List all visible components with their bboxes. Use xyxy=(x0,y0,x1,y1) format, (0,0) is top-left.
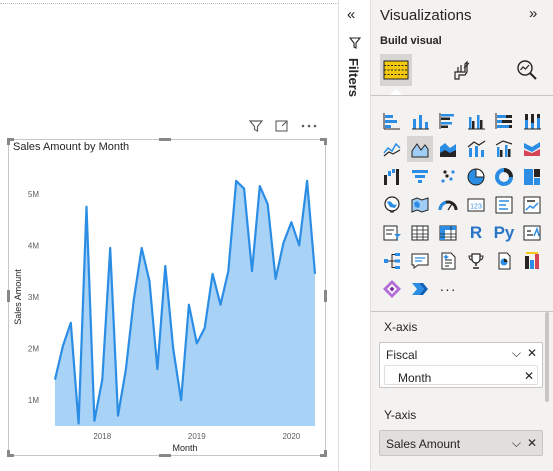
more-options-icon[interactable] xyxy=(300,118,318,134)
build-visual-tab[interactable] xyxy=(380,54,412,86)
stacked-bar-chart-icon[interactable] xyxy=(379,108,405,134)
y-tick-label: 5M xyxy=(28,190,39,199)
field-name: Sales Amount xyxy=(386,437,461,451)
x-axis-subfield-month[interactable]: Month ✕ xyxy=(384,365,538,385)
focus-mode-icon[interactable] xyxy=(274,118,290,134)
y-tick-label: 3M xyxy=(28,293,39,302)
y-axis-well-label: Y-axis xyxy=(384,408,417,422)
power-automate-icon[interactable] xyxy=(407,276,433,302)
analytics-tab[interactable] xyxy=(511,54,543,86)
filter-pane-icon xyxy=(349,37,361,49)
close-icon[interactable]: ✕ xyxy=(524,369,534,383)
chevron-down-icon[interactable]: ⌵ xyxy=(512,346,521,361)
waterfall-chart-icon[interactable] xyxy=(379,164,405,190)
format-visual-tab[interactable] xyxy=(446,54,478,86)
svg-text:123: 123 xyxy=(470,204,482,211)
visual-header-actions xyxy=(248,118,318,134)
slicer-icon[interactable] xyxy=(379,220,405,246)
close-icon[interactable]: ✕ xyxy=(527,346,537,361)
x-tick-label: 2018 xyxy=(93,432,111,441)
key-influencers-icon[interactable] xyxy=(519,220,545,246)
chevron-down-icon[interactable]: ⌵ xyxy=(512,436,521,451)
map-icon[interactable] xyxy=(379,192,405,218)
filters-label[interactable]: Filters xyxy=(346,58,361,97)
x-axis-label: Month xyxy=(172,443,197,453)
report-canvas[interactable]: Sales Amount by Month 1M 2M 3M 4M 5M 2018 201… xyxy=(0,0,338,471)
clustered-column-chart-icon[interactable] xyxy=(463,108,489,134)
stacked-area-chart-icon[interactable] xyxy=(435,136,461,162)
treemap-icon[interactable] xyxy=(519,164,545,190)
filled-map-icon[interactable] xyxy=(407,192,433,218)
double-chevron-left-icon[interactable]: « xyxy=(347,6,355,23)
analytics-magnifier-icon xyxy=(517,60,537,80)
field-name: Fiscal xyxy=(386,348,418,362)
build-visual-label: Build visual xyxy=(380,35,442,47)
smart-narrative-icon[interactable] xyxy=(435,248,461,274)
tab-divider xyxy=(371,95,553,96)
100-stacked-bar-chart-icon[interactable] xyxy=(491,108,517,134)
x-tick-label: 2019 xyxy=(188,432,206,441)
stacked-column-chart-icon[interactable] xyxy=(407,108,433,134)
visualizations-pane: Visualizations » Build visual 123 R Py ·… xyxy=(370,0,553,471)
python-visual-icon[interactable]: Py xyxy=(491,220,517,246)
visual-gallery: 123 R Py ··· xyxy=(379,108,545,302)
line-chart-icon[interactable] xyxy=(379,136,405,162)
ribbon-chart-icon[interactable] xyxy=(519,136,545,162)
multi-row-card-icon[interactable] xyxy=(491,192,517,218)
report-editor: Sales Amount by Month 1M 2M 3M 4M 5M 2018 201… xyxy=(0,0,553,471)
funnel-chart-icon[interactable] xyxy=(407,164,433,190)
chart-plot: 1M 2M 3M 4M 5M 2018 2019 2020 Sales Amount Mon… xyxy=(13,179,317,453)
gauge-icon[interactable] xyxy=(435,192,461,218)
donut-chart-icon[interactable] xyxy=(491,164,517,190)
y-axis-field-sales-amount[interactable]: Sales Amount ⌵ ✕ xyxy=(380,431,542,455)
x-axis-well[interactable]: Fiscal ⌵ ✕ Month ✕ xyxy=(379,342,543,388)
area-chart-icon[interactable] xyxy=(407,136,433,162)
close-icon[interactable]: ✕ xyxy=(527,436,537,451)
paginated-report-icon[interactable] xyxy=(491,248,517,274)
decomposition-tree-icon[interactable] xyxy=(379,248,405,274)
section-divider xyxy=(371,311,553,312)
qa-visual-icon[interactable] xyxy=(407,248,433,274)
more-visuals-icon[interactable]: ··· xyxy=(435,276,461,302)
subfield-name: Month xyxy=(398,371,432,385)
card-icon[interactable]: 123 xyxy=(463,192,489,218)
power-apps-diamond-icon[interactable] xyxy=(379,276,405,302)
y-tick-label: 2M xyxy=(28,345,39,354)
goals-trophy-icon[interactable] xyxy=(463,248,489,274)
clustered-bar-chart-icon[interactable] xyxy=(435,108,461,134)
table-icon[interactable] xyxy=(407,220,433,246)
100-stacked-column-chart-icon[interactable] xyxy=(519,108,545,134)
area-chart-visual[interactable]: Sales Amount by Month 1M 2M 3M 4M 5M 2018 201… xyxy=(7,138,327,457)
format-paintbrush-icon xyxy=(454,60,470,80)
x-axis-field-fiscal[interactable]: Fiscal ⌵ ✕ xyxy=(380,343,542,364)
x-axis-well-label: X-axis xyxy=(384,320,418,334)
scatter-chart-icon[interactable] xyxy=(435,164,461,190)
canvas-boundary xyxy=(0,3,338,4)
active-tab-indicator xyxy=(390,89,402,95)
x-tick-label: 2020 xyxy=(282,432,300,441)
filters-pane-collapsed[interactable]: « Filters xyxy=(338,0,370,471)
y-tick-label: 1M xyxy=(28,396,39,405)
line-and-stacked-column-chart-icon[interactable] xyxy=(463,136,489,162)
power-apps-icon[interactable] xyxy=(519,248,545,274)
y-tick-label: 4M xyxy=(28,241,39,250)
fields-grid-icon xyxy=(383,60,409,80)
y-axis-label: Sales Amount xyxy=(13,269,23,325)
pane-title: Visualizations xyxy=(380,7,472,24)
matrix-icon[interactable] xyxy=(435,220,461,246)
y-axis-well[interactable]: Sales Amount ⌵ ✕ xyxy=(379,430,543,456)
line-and-clustered-column-chart-icon[interactable] xyxy=(491,136,517,162)
kpi-icon[interactable] xyxy=(519,192,545,218)
pane-scrollbar[interactable] xyxy=(545,312,549,402)
filter-icon[interactable] xyxy=(248,118,264,134)
pie-chart-icon[interactable] xyxy=(463,164,489,190)
r-script-visual-icon[interactable]: R xyxy=(463,220,489,246)
double-chevron-right-icon[interactable]: » xyxy=(529,5,537,22)
